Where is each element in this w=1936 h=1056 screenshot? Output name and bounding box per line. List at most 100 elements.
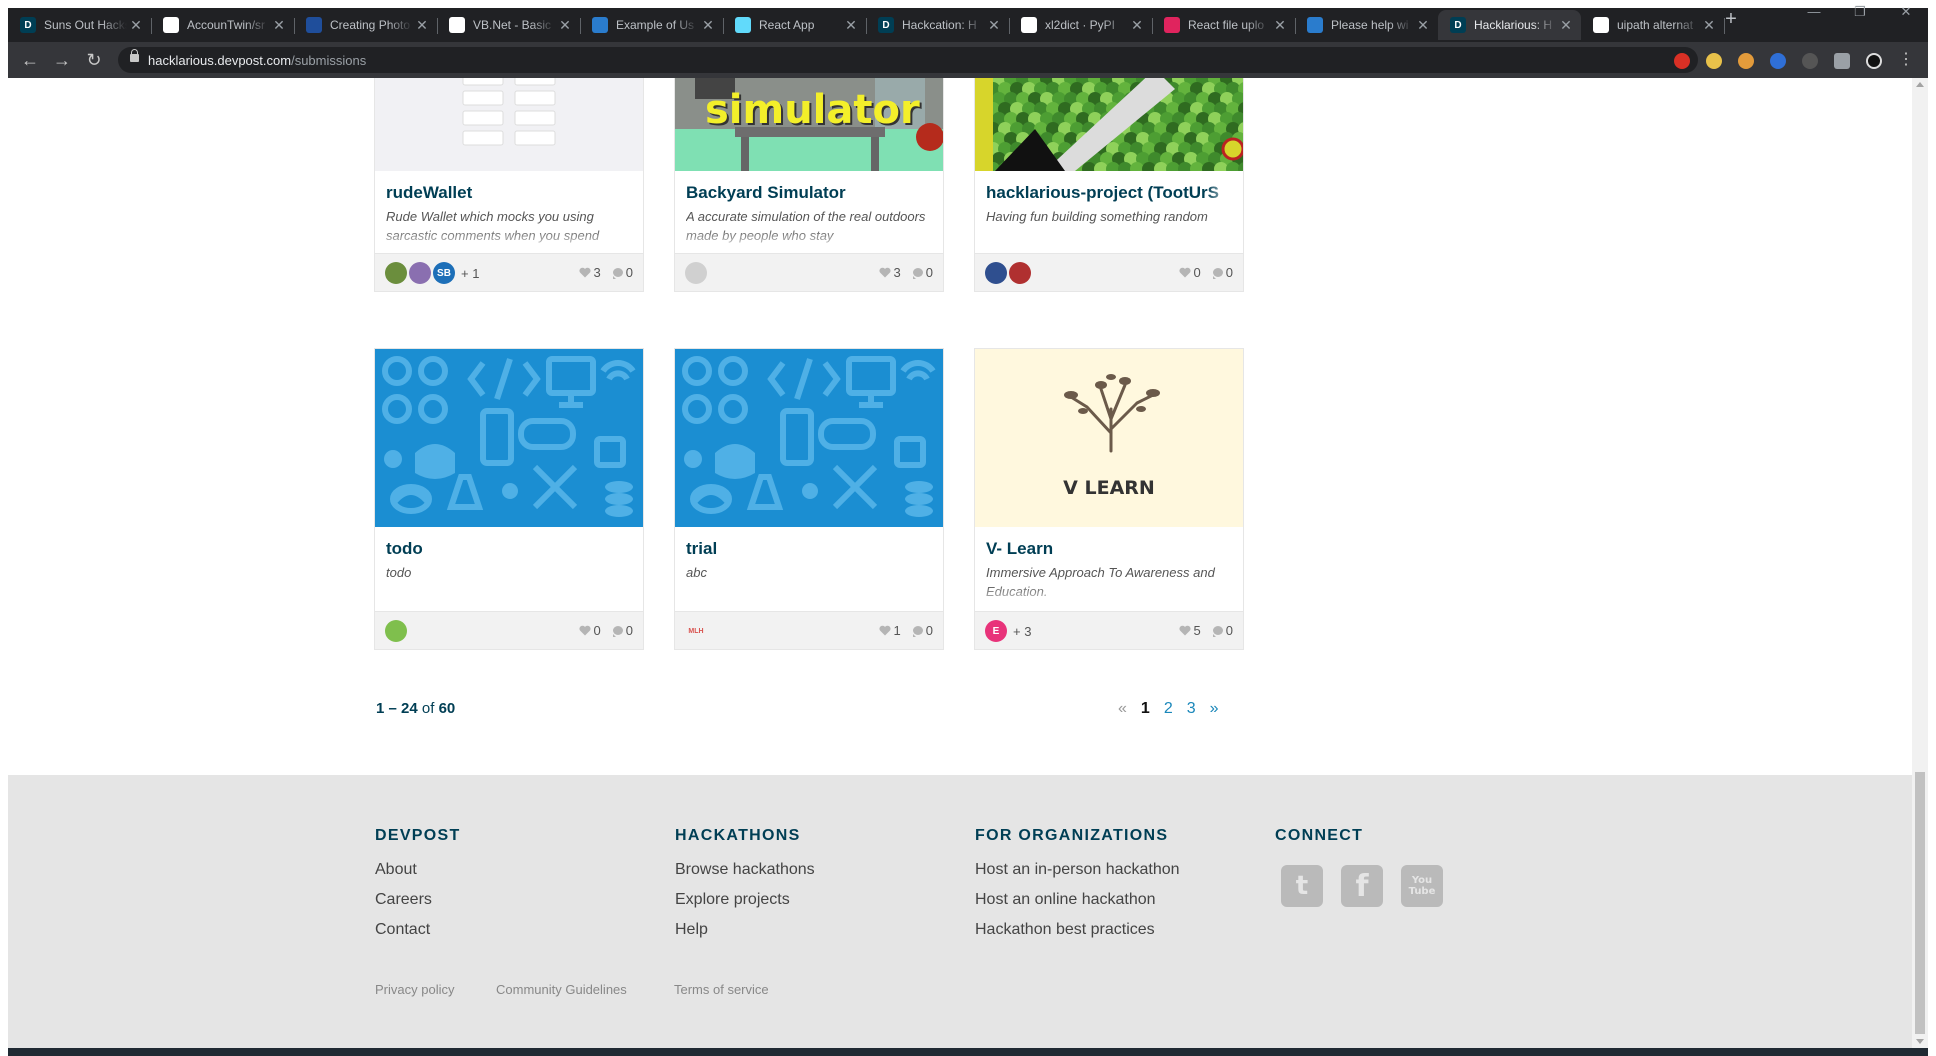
project-title[interactable]: todo [386,539,636,559]
close-tab-icon[interactable]: ✕ [1700,17,1718,34]
browser-tab[interactable]: React file uplo ✕ [1152,10,1296,40]
project-thumbnail[interactable]: V LEARN [975,349,1243,527]
footer-link-online[interactable]: Host an online hackathon [975,885,1180,915]
browser-tab[interactable]: Example of Us ✕ [580,10,724,40]
page-link-3[interactable]: 3 [1187,700,1196,718]
browser-tab[interactable]: D Hacklarious: H ✕ [1438,10,1581,40]
react-icon [735,17,751,33]
terms-of-service-link[interactable]: Terms of service [674,982,769,997]
browser-tab[interactable]: React App ✕ [723,10,867,40]
avatar[interactable]: MLH [685,620,707,642]
page-scrollbar[interactable] [1912,78,1928,1048]
close-tab-icon[interactable]: ✕ [985,17,1003,34]
new-tab-button[interactable]: + [1718,8,1744,31]
scroll-down-arrow[interactable] [1916,1039,1924,1044]
prev-page-link[interactable]: « [1118,700,1127,718]
devpost-icon: D [20,17,36,33]
community-guidelines-link[interactable]: Community Guidelines [496,982,627,997]
footer-link-careers[interactable]: Careers [375,885,461,915]
avatar[interactable]: E [985,620,1007,642]
twitter-icon[interactable]: t [1281,865,1323,907]
heart-icon [1164,17,1180,33]
project-title[interactable]: Backyard Simulator [686,183,936,203]
project-title[interactable]: hacklarious-project (TootUrS [986,183,1236,203]
next-page-link[interactable]: » [1210,700,1219,718]
privacy-policy-link[interactable]: Privacy policy [375,982,454,997]
extension-icon[interactable] [1802,53,1818,69]
avatar[interactable] [1009,262,1031,284]
project-thumbnail[interactable] [375,349,643,527]
project-card[interactable]: hacklarious-project (TootUrS Having fun b… [974,78,1244,292]
project-title[interactable]: rudeWallet [386,183,636,203]
address-bar[interactable]: hacklarious.devpost.com/submissions ☆ [118,47,1698,73]
extension-icon[interactable] [1706,53,1722,69]
close-tab-icon[interactable]: ✕ [1271,17,1289,34]
project-card[interactable]: simulator Backyard Simulator A accurate si… [674,78,944,292]
footer-link-in-person[interactable]: Host an in-person hackathon [975,855,1180,885]
puzzle-icon[interactable] [1834,53,1850,69]
close-tab-icon[interactable]: ✕ [842,17,860,34]
extension-icon[interactable] [1674,53,1690,69]
project-card[interactable]: rudeWallet Rude Wallet which mocks you us… [374,78,644,292]
browser-tab[interactable]: Creating Photo ✕ [294,10,438,40]
restore-button[interactable]: ❐ [1840,4,1880,20]
browser-tab[interactable]: VB.Net - Basic ✕ [437,10,581,40]
avatar[interactable] [385,620,407,642]
project-thumbnail[interactable] [375,78,643,171]
browser-tab[interactable]: AccounTwin/sr ✕ [151,10,295,40]
close-tab-icon[interactable]: ✕ [127,17,145,34]
likes-count: 0 [1193,265,1201,280]
project-thumbnail[interactable] [675,349,943,527]
project-thumbnail[interactable] [975,78,1243,171]
footer-heading: FOR ORGANIZATIONS [975,827,1169,844]
browser-tab[interactable]: uipath alternat ✕ [1581,10,1725,40]
plant-photo-thumbnail [975,78,1243,171]
browser-tab[interactable]: D Suns Out Hacks ✕ [8,10,152,40]
cookie-extension-icon[interactable] [1738,53,1754,69]
project-thumbnail[interactable]: simulator [675,78,943,171]
project-tagline: Having fun building something random [986,209,1208,224]
project-title[interactable]: V- Learn [986,539,1236,559]
close-tab-icon[interactable]: ✕ [1128,17,1146,34]
avatar[interactable] [685,262,707,284]
page-link-1[interactable]: 1 [1141,700,1150,718]
close-tab-icon[interactable]: ✕ [270,17,288,34]
footer-link-best-practices[interactable]: Hackathon best practices [975,915,1180,945]
footer-link-help[interactable]: Help [675,915,815,945]
browser-tab[interactable]: D Hackcation: H ✕ [866,10,1010,40]
close-tab-icon[interactable]: ✕ [556,17,574,34]
forward-icon[interactable]: → [50,48,74,72]
reload-icon[interactable]: ↻ [82,48,106,72]
minimize-button[interactable]: — [1794,4,1834,19]
project-card[interactable]: V LEARN V- Learn Immersive Approach To Awa… [974,348,1244,650]
avatar[interactable] [385,262,407,284]
scroll-up-arrow[interactable] [1916,82,1924,87]
footer-link-contact[interactable]: Contact [375,915,461,945]
avatar[interactable]: SB [433,262,455,284]
footer-link-explore-projects[interactable]: Explore projects [675,885,815,915]
browser-tab[interactable]: Please help wi ✕ [1295,10,1438,40]
extension-icon[interactable] [1770,53,1786,69]
scrollbar-thumb[interactable] [1915,772,1925,1034]
footer-link-browse-hackathons[interactable]: Browse hackathons [675,855,815,885]
youtube-icon[interactable]: You Tube [1401,865,1443,907]
close-tab-icon[interactable]: ✕ [1414,17,1432,34]
close-tab-icon[interactable]: ✕ [699,17,717,34]
profile-avatar[interactable] [1866,53,1882,69]
browser-tab[interactable]: xl2dict · PyPI ✕ [1009,10,1153,40]
footer-link-about[interactable]: About [375,855,461,885]
menu-kebab-icon[interactable]: ⋮ [1894,48,1918,72]
close-tab-icon[interactable]: ✕ [413,17,431,34]
project-title[interactable]: trial [686,539,936,559]
back-icon[interactable]: ← [18,48,42,72]
close-tab-icon[interactable]: ✕ [1557,17,1575,34]
facebook-icon[interactable]: f [1341,865,1383,907]
project-card[interactable]: trial abc MLH 1 0 [674,348,944,650]
avatar[interactable] [985,262,1007,284]
comments-count: 0 [1225,623,1233,638]
comment-icon [612,268,623,279]
page-link-2[interactable]: 2 [1164,700,1173,718]
project-card[interactable]: todo todo 0 0 [374,348,644,650]
close-window-button[interactable]: ✕ [1886,4,1926,20]
avatar[interactable] [409,262,431,284]
